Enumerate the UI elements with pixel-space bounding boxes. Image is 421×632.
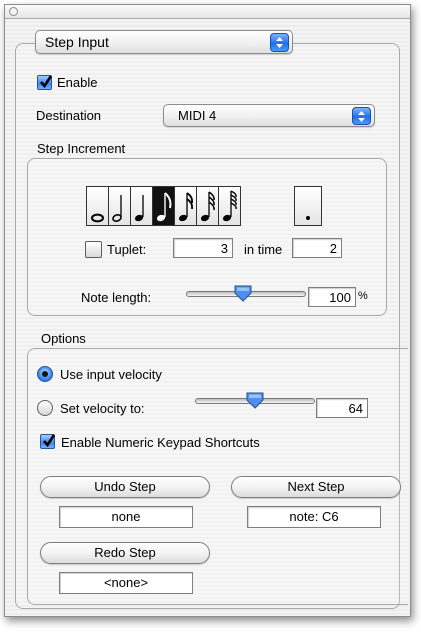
sixty-fourth-note-icon[interactable] <box>218 186 241 226</box>
undo-step-value: none <box>59 506 193 528</box>
set-velocity-label: Set velocity to: <box>60 401 145 416</box>
in-time-label: in time <box>244 242 283 257</box>
use-input-velocity-label: Use input velocity <box>60 367 162 382</box>
next-step-value: note: C6 <box>247 506 381 528</box>
enable-checkbox[interactable] <box>37 75 53 90</box>
destination-popup[interactable]: MIDI 4 <box>163 104 375 127</box>
thirty-second-note-icon[interactable] <box>196 186 219 226</box>
destination-popup-value: MIDI 4 <box>178 108 217 123</box>
step-input-window: Step Input Enable Destination MIDI 4 Ste… <box>4 4 411 617</box>
redo-step-value: <none> <box>59 572 193 594</box>
step-increment-title: Step Increment <box>37 141 126 156</box>
eighth-note-icon[interactable] <box>152 186 175 226</box>
tuplet-value-field[interactable]: 3 <box>173 238 233 258</box>
in-time-value-field[interactable]: 2 <box>292 238 342 258</box>
redo-step-button[interactable]: Redo Step <box>40 542 210 564</box>
note-length-label: Note length: <box>81 290 152 305</box>
quarter-note-icon[interactable] <box>130 186 153 226</box>
whole-note-icon[interactable] <box>86 186 109 226</box>
numeric-keypad-label: Enable Numeric Keypad Shortcuts <box>61 435 260 450</box>
options-title: Options <box>41 331 86 346</box>
tuplet-checkbox[interactable] <box>85 241 102 258</box>
velocity-value-field[interactable]: 64 <box>316 398 368 418</box>
numeric-keypad-checkbox[interactable] <box>40 434 56 449</box>
next-step-button[interactable]: Next Step <box>231 476 401 498</box>
set-velocity-radio[interactable] <box>37 400 53 416</box>
undo-step-button[interactable]: Undo Step <box>40 476 210 498</box>
note-length-slider-thumb[interactable] <box>233 284 253 304</box>
note-length-unit: % <box>358 290 368 302</box>
destination-label: Destination <box>36 108 102 123</box>
popup-arrows-icon <box>270 33 289 52</box>
dotted-note-button[interactable] <box>294 186 322 226</box>
radio-dot <box>42 371 48 377</box>
velocity-slider-thumb[interactable] <box>245 391 265 411</box>
sixteenth-note-icon[interactable] <box>174 186 197 226</box>
mode-popup-value: Step Input <box>45 34 109 50</box>
title-bar[interactable] <box>5 5 410 19</box>
close-icon[interactable] <box>9 7 18 16</box>
mode-popup[interactable]: Step Input <box>35 30 293 54</box>
note-length-value-field[interactable]: 100 <box>308 287 356 307</box>
popup-arrows-icon <box>352 107 371 125</box>
use-input-velocity-radio[interactable] <box>37 366 53 382</box>
half-note-icon[interactable] <box>108 186 131 226</box>
tuplet-label: Tuplet: <box>107 242 147 257</box>
dot-icon <box>306 216 310 220</box>
enable-label: Enable <box>57 75 98 90</box>
